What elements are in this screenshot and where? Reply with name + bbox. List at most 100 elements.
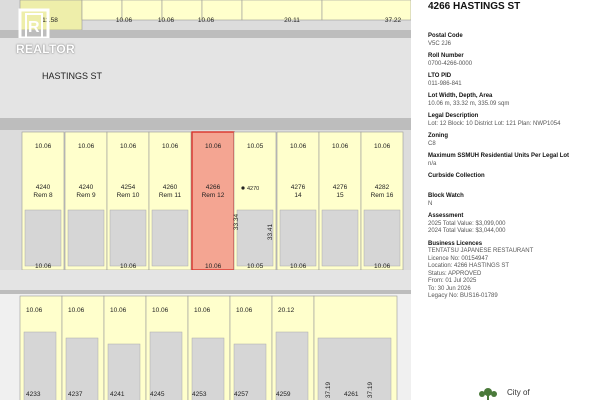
lot-4266-rem12[interactable]: 10.06 4266Rem 12 10.06	[191, 131, 235, 271]
lower-lot-number: 4241	[110, 391, 125, 398]
panel-header: 4266 HASTINGS ST	[418, 0, 600, 22]
field-value: n/a	[428, 161, 596, 169]
field-value: C8	[428, 141, 596, 149]
lower-lot-number: 4237	[68, 391, 83, 398]
field-value: Lot: 12 Block: 10 District Lot: 121 Plan…	[428, 121, 596, 129]
field-blockwatch: Block Watch N	[428, 193, 596, 208]
lower-dim-label: 20.12	[278, 307, 295, 314]
field-value: 2025 Total Value: $3,099,000 2024 Total V…	[428, 221, 596, 236]
city-logo-icon	[479, 388, 497, 400]
lot-4270[interactable]: 10.05 4270 10.05	[233, 131, 277, 271]
lane	[0, 270, 411, 290]
field-value-line: N	[428, 200, 433, 207]
lower-depth-label: 37.19	[367, 381, 374, 398]
field-label: Assessment	[428, 213, 464, 219]
lots-layer: 10.064240Rem 810.0610.064240Rem 910.0642…	[21, 131, 404, 271]
lot-name: Rem 16	[371, 192, 394, 199]
lower-lot-number: 4245	[150, 391, 165, 398]
field-label: Maximum SSMUH Residential Units Per Lega…	[428, 153, 570, 159]
field-legal: Legal Description Lot: 12 Block: 10 Distr…	[428, 113, 596, 128]
field-value-line: 0700-4266-0000	[428, 60, 473, 67]
north-dim-label: 20.11	[284, 17, 300, 24]
field-value: TENTATSU JAPANESE RESTAURANT Licence No: …	[428, 248, 596, 301]
lot-number: 4276	[333, 184, 348, 191]
field-value-line: Location: 4266 HASTINGS ST	[428, 263, 510, 269]
lot-dim-top: 10.06	[162, 143, 179, 150]
field-value: N	[428, 201, 596, 209]
field-value-line: 2024 Total Value: $3,044,000	[428, 228, 506, 234]
field-label: Postal Code	[428, 33, 463, 39]
lot-dim-bottom: 10.06	[374, 263, 391, 270]
lot-name: 15	[336, 192, 344, 199]
selected-parcel[interactable]	[191, 131, 235, 271]
lower-dim-label: 10.06	[26, 307, 43, 314]
field-label: Curbside Collection	[428, 173, 485, 179]
property-fields: Postal Code V5C 2J6 Roll Number 0700-4266-0…	[428, 33, 596, 306]
building-footprint	[109, 209, 147, 267]
lot-dim-bottom: 10.06	[290, 263, 307, 270]
field-value-line: Status: APPROVED	[428, 270, 482, 277]
field-postal: Postal Code V5C 2J6	[428, 33, 596, 48]
lot-dim-top: 10.05	[247, 143, 264, 150]
field-value-line: Lot: 12 Block: 10 District Lot: 121 Plan…	[428, 120, 561, 127]
lot-number: 4240	[36, 184, 51, 191]
lower-lot-number: 4253	[192, 391, 207, 398]
field-value: V5C 2J6	[428, 41, 596, 49]
lot-dim-top: 10.06	[78, 143, 95, 150]
lot-number: 4260	[163, 184, 178, 191]
lot-name: 14	[294, 192, 302, 199]
lower-dim-label: 10.06	[236, 307, 253, 314]
field-value-line: From: 01 Jul 2025	[428, 278, 477, 284]
north-dim-label: 10.06	[198, 17, 215, 24]
building-footprint	[24, 209, 62, 267]
building-footprint	[149, 331, 183, 400]
field-value: 011-986-841	[428, 81, 596, 89]
building-footprint	[279, 209, 317, 267]
north-lot	[241, 0, 323, 21]
realtor-watermark: R REALTOR	[6, 4, 76, 56]
lot-name: Rem 12	[202, 192, 225, 199]
field-label: Legal Description	[428, 113, 479, 119]
building-footprint	[23, 331, 57, 400]
realtor-house-icon: R	[18, 8, 50, 38]
lot-4282-rem16[interactable]: 10.06 4282Rem 16 10.06	[360, 131, 404, 271]
lower-lot-number: 4259	[276, 391, 291, 398]
property-info-panel[interactable]: 4266 HASTINGS ST Postal Code V5C 2J6 Roll …	[418, 0, 600, 400]
lot-name: Rem 8	[33, 192, 53, 199]
field-label: Block Watch	[428, 193, 464, 199]
lower-lot-number: 4257	[234, 391, 249, 398]
field-label: LTO PID	[428, 73, 452, 79]
lower-dim-label: 10.06	[68, 307, 85, 314]
building-footprint	[67, 209, 105, 267]
lot-name: Rem 9	[76, 192, 96, 199]
lot-dim-bottom: 10.06	[35, 263, 52, 270]
lot-4260-rem11[interactable]: 10.06 4260Rem 11	[148, 131, 192, 271]
lot-4254-rem10[interactable]: 10.06 4254Rem 10 10.06	[106, 131, 150, 271]
lot-number: 4266	[206, 184, 221, 191]
field-value-line	[428, 181, 596, 189]
lot-4276-15[interactable]: 10.06 427615	[318, 131, 362, 271]
lot-4240-rem8[interactable]: 10.06 4240Rem 8 10.06	[21, 131, 65, 271]
field-label: Zoning	[428, 133, 448, 139]
street-edge-south	[0, 118, 411, 130]
field-value-line: To: 30 Jun 2026	[428, 285, 471, 292]
field-value-line: n/a	[428, 160, 437, 167]
lot-4240-rem9[interactable]: 10.06 4240Rem 9	[64, 131, 108, 271]
field-label: Business Licences	[428, 240, 483, 247]
field-value: 0700-4266-0000	[428, 61, 596, 69]
lot-number: 4282	[375, 184, 390, 191]
lot-number: 4240	[79, 184, 94, 191]
parcel-map[interactable]: 10.06 4240 Rem 8 10.06 10.06 4240 Rem 9 10.06 42…	[0, 0, 411, 400]
lot-4276-14[interactable]: 10.06 427614 10.06	[276, 131, 320, 271]
lot-dim-bottom: 10.06	[205, 263, 222, 270]
map-canvas[interactable]: 10.064240Rem 810.0610.064240Rem 910.0642…	[0, 0, 411, 400]
lower-lots-layer: 10.06 10.06 10.06 10.06 10.06 10.06 20.12 4233 4…	[19, 295, 398, 400]
address-point	[241, 186, 245, 190]
building-footprint	[321, 209, 359, 267]
lower-depth-label: 37.19	[325, 381, 332, 398]
field-value-line: 011-986-841	[428, 80, 462, 87]
lower-dim-label: 10.06	[110, 307, 127, 314]
field-lotsize: Lot Width, Depth, Area 10.06 m, 33.32 m, …	[428, 93, 596, 108]
north-dim-label: 10.06	[116, 17, 133, 24]
field-value-line: 10.06 m, 33.32 m, 335.09 sqm	[428, 100, 510, 107]
